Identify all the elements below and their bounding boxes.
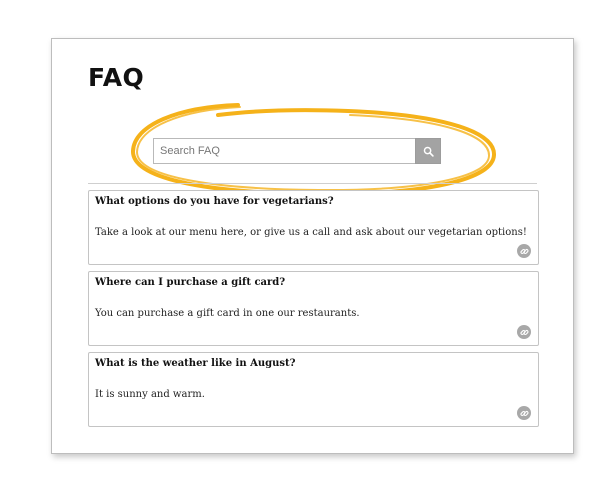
faq-item: What options do you have for vegetarians… bbox=[88, 190, 539, 265]
link-icon[interactable] bbox=[517, 325, 531, 339]
faq-answer: Take a look at our menu here, or give us… bbox=[95, 227, 527, 238]
faq-answer: It is sunny and warm. bbox=[95, 389, 205, 400]
search-button[interactable] bbox=[415, 138, 441, 164]
faq-item: Where can I purchase a gift card? You ca… bbox=[88, 271, 539, 346]
faq-list: What options do you have for vegetarians… bbox=[88, 190, 539, 433]
divider bbox=[88, 183, 537, 184]
faq-question: Where can I purchase a gift card? bbox=[95, 277, 286, 288]
link-icon[interactable] bbox=[517, 406, 531, 420]
faq-item: What is the weather like in August? It i… bbox=[88, 352, 539, 427]
faq-question: What is the weather like in August? bbox=[95, 358, 296, 369]
link-icon[interactable] bbox=[517, 244, 531, 258]
page-title: FAQ bbox=[88, 63, 145, 92]
faq-panel: FAQ What options do you have for vegetar… bbox=[51, 38, 574, 454]
faq-answer: You can purchase a gift card in one our … bbox=[95, 308, 360, 319]
search-bar bbox=[153, 138, 441, 164]
search-input[interactable] bbox=[153, 138, 415, 164]
search-icon bbox=[423, 146, 434, 157]
faq-panel-content: FAQ What options do you have for vegetar… bbox=[58, 45, 567, 447]
faq-question: What options do you have for vegetarians… bbox=[95, 196, 334, 207]
